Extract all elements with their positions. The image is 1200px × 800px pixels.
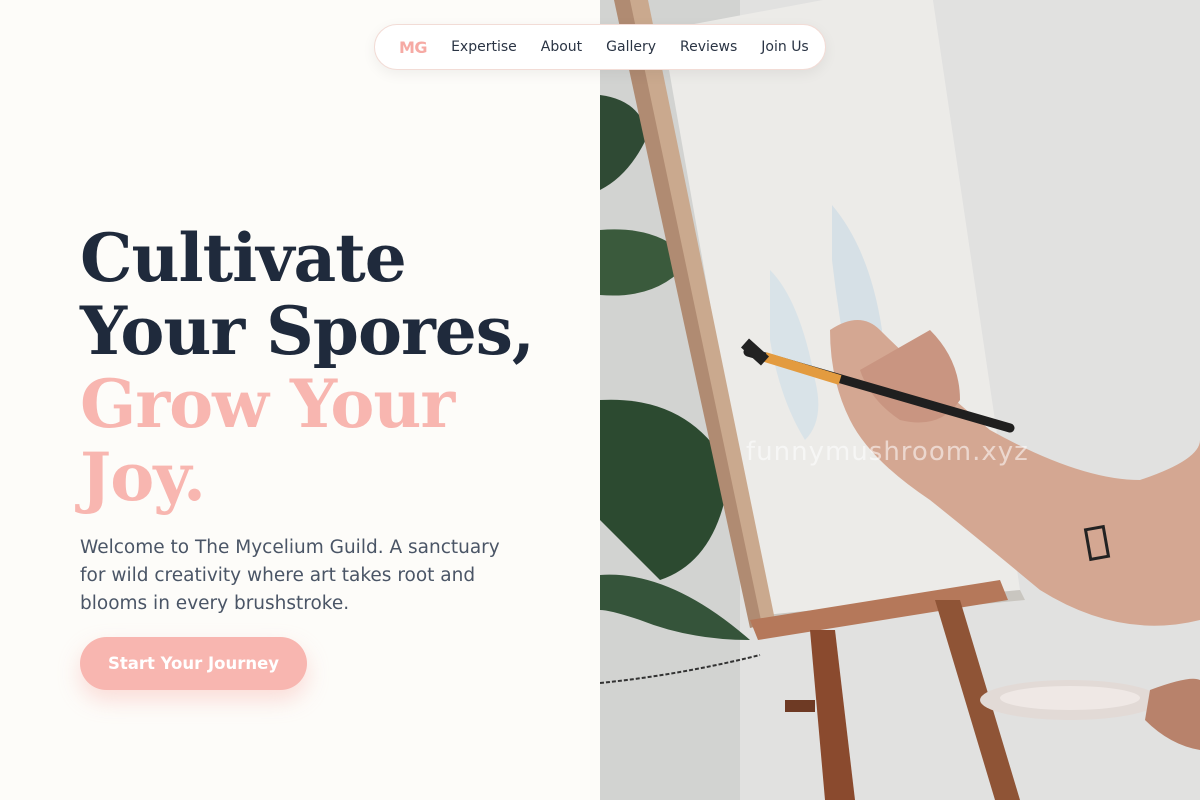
watermark-text: funnymushroom.xyz (746, 437, 1029, 467)
nav-link-expertise[interactable]: Expertise (451, 39, 517, 55)
nav-link-reviews[interactable]: Reviews (680, 39, 737, 55)
headline-line-4: Joy. (80, 438, 206, 516)
logo-link[interactable]: MG (399, 38, 428, 57)
hero-section: Cultivate Your Spores, Grow Your Joy. We… (0, 0, 600, 800)
start-journey-button[interactable]: Start Your Journey (80, 637, 307, 690)
headline-line-1: Cultivate (80, 219, 407, 297)
nav-link-about[interactable]: About (541, 39, 582, 55)
nav-link-gallery[interactable]: Gallery (606, 39, 656, 55)
hero-description: Welcome to The Mycelium Guild. A sanctua… (80, 537, 500, 614)
hero-headline: Cultivate Your Spores, Grow Your Joy. (80, 222, 580, 514)
painting-illustration (600, 0, 1200, 800)
headline-line-3: Grow Your (80, 365, 455, 443)
headline-line-2: Your Spores, (80, 292, 535, 370)
nav-link-join-us[interactable]: Join Us (761, 39, 808, 55)
top-navigation: MG Expertise About Gallery Reviews Join … (374, 24, 826, 70)
hero-image: funnymushroom.xyz (600, 0, 1200, 800)
